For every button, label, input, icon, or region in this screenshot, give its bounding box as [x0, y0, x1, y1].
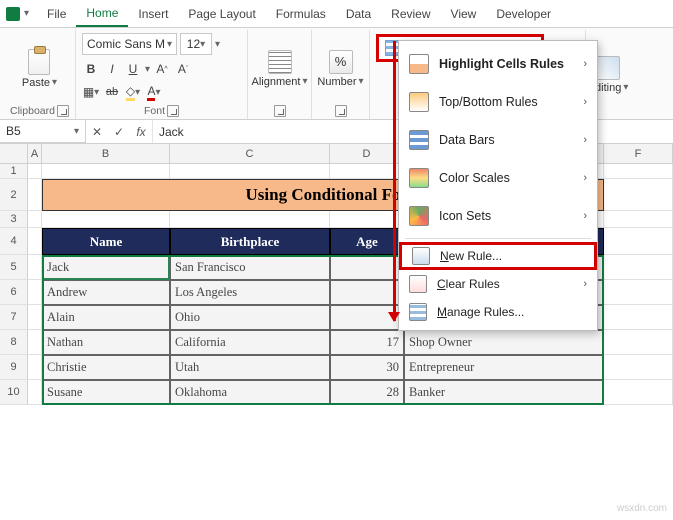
- icon-sets-icon: [409, 206, 429, 226]
- row-header-5[interactable]: 5: [0, 255, 28, 280]
- manage-rules-icon: [409, 303, 427, 321]
- menu-clear-rules[interactable]: Clear Rules›: [399, 270, 597, 298]
- row-header-9[interactable]: 9: [0, 355, 28, 380]
- select-all-corner[interactable]: [0, 144, 28, 163]
- menu-color-scales[interactable]: Color Scales›: [399, 159, 597, 197]
- ribbon-tabs: ▾ File Home Insert Page Layout Formulas …: [0, 0, 673, 28]
- row-header-1[interactable]: 1: [0, 164, 28, 179]
- number-button[interactable]: %Number▾: [315, 48, 365, 90]
- cell-E10[interactable]: Banker: [404, 380, 604, 405]
- row-header-3[interactable]: 3: [0, 211, 28, 228]
- confirm-entry[interactable]: ✓: [108, 125, 130, 139]
- font-size-more[interactable]: ▾: [215, 39, 220, 50]
- name-box[interactable]: B5▾: [0, 120, 86, 143]
- cell-B5[interactable]: Jack: [42, 255, 170, 280]
- tab-page-layout[interactable]: Page Layout: [178, 2, 265, 26]
- font-label: Font: [144, 105, 165, 117]
- alignment-button[interactable]: Alignment▾: [250, 48, 310, 90]
- conditional-formatting-menu: Highlight Cells Rules› Top/Bottom Rules›…: [398, 40, 598, 331]
- tab-insert[interactable]: Insert: [128, 2, 178, 26]
- tab-home[interactable]: Home: [76, 1, 128, 27]
- menu-new-rule[interactable]: New Rule...: [399, 242, 597, 270]
- menu-icon-sets[interactable]: Icon Sets›: [399, 197, 597, 235]
- header-name[interactable]: Name: [42, 228, 170, 255]
- editing-icon: [596, 56, 620, 80]
- row-header-2[interactable]: 2: [0, 179, 28, 211]
- font-color-button[interactable]: A▾: [145, 83, 163, 101]
- cell-C9[interactable]: Utah: [170, 355, 330, 380]
- cell-E9[interactable]: Entrepreneur: [404, 355, 604, 380]
- clipboard-label: Clipboard: [10, 105, 55, 117]
- cell-B10[interactable]: Susane: [42, 380, 170, 405]
- row-header-8[interactable]: 8: [0, 330, 28, 355]
- tab-file[interactable]: File: [37, 2, 76, 26]
- top-bottom-icon: [409, 92, 429, 112]
- increase-font[interactable]: A^: [153, 60, 171, 78]
- cell-C5[interactable]: San Francisco: [170, 255, 330, 280]
- color-scales-icon: [409, 168, 429, 188]
- font-name-combo[interactable]: Comic Sans M▾: [82, 33, 177, 55]
- cell-B6[interactable]: Andrew: [42, 280, 170, 305]
- strike-button[interactable]: ab: [103, 83, 121, 101]
- highlight-cells-icon: [409, 54, 429, 74]
- annotation-arrow: [393, 41, 396, 321]
- decrease-font[interactable]: Aˇ: [174, 60, 192, 78]
- cell-B8[interactable]: Nathan: [42, 330, 170, 355]
- menu-manage-rules[interactable]: Manage Rules...: [399, 298, 597, 326]
- cell-D9[interactable]: 30: [330, 355, 404, 380]
- alignment-launcher[interactable]: [274, 105, 286, 117]
- cell-C6[interactable]: Los Angeles: [170, 280, 330, 305]
- tab-data[interactable]: Data: [336, 2, 381, 26]
- col-header-F[interactable]: F: [604, 144, 673, 163]
- tab-developer[interactable]: Developer: [486, 2, 561, 26]
- col-header-B[interactable]: B: [42, 144, 170, 163]
- font-launcher[interactable]: [167, 105, 179, 117]
- number-launcher[interactable]: [335, 105, 347, 117]
- new-rule-icon: [412, 247, 430, 265]
- cell-E8[interactable]: Shop Owner: [404, 330, 604, 355]
- alignment-icon: [268, 50, 292, 74]
- row-header-4[interactable]: 4: [0, 228, 28, 255]
- tab-formulas[interactable]: Formulas: [266, 2, 336, 26]
- col-header-C[interactable]: C: [170, 144, 330, 163]
- row-header-10[interactable]: 10: [0, 380, 28, 405]
- menu-top-bottom-rules[interactable]: Top/Bottom Rules›: [399, 83, 597, 121]
- menu-data-bars[interactable]: Data Bars›: [399, 121, 597, 159]
- quick-access-dropdown[interactable]: ▾: [24, 8, 29, 19]
- cell-D8[interactable]: 17: [330, 330, 404, 355]
- border-button[interactable]: ▦▾: [82, 83, 100, 101]
- italic-button[interactable]: I: [103, 60, 121, 78]
- fill-color-button[interactable]: ◇▾: [124, 83, 142, 101]
- cell-C10[interactable]: Oklahoma: [170, 380, 330, 405]
- clear-rules-icon: [409, 275, 427, 293]
- paste-icon: [28, 49, 50, 75]
- bold-button[interactable]: B: [82, 60, 100, 78]
- menu-highlight-cells-rules[interactable]: Highlight Cells Rules›: [399, 45, 597, 83]
- cell-B9[interactable]: Christie: [42, 355, 170, 380]
- fx-button[interactable]: fx: [130, 125, 152, 139]
- underline-button[interactable]: U: [124, 60, 142, 78]
- row-header-7[interactable]: 7: [0, 305, 28, 330]
- tab-review[interactable]: Review: [381, 2, 440, 26]
- header-birthplace[interactable]: Birthplace: [170, 228, 330, 255]
- cancel-entry[interactable]: ✕: [86, 125, 108, 139]
- row-header-6[interactable]: 6: [0, 280, 28, 305]
- paste-button[interactable]: Paste ▾: [20, 47, 59, 91]
- percent-icon: %: [329, 50, 353, 74]
- cell-D10[interactable]: 28: [330, 380, 404, 405]
- font-size-combo[interactable]: 12▾: [180, 33, 212, 55]
- app-icon: [6, 7, 20, 21]
- data-bars-icon: [409, 130, 429, 150]
- col-header-A[interactable]: A: [28, 144, 42, 163]
- watermark: wsxdn.com: [617, 503, 667, 514]
- clipboard-launcher[interactable]: [57, 105, 69, 117]
- cell-C7[interactable]: Ohio: [170, 305, 330, 330]
- tab-view[interactable]: View: [441, 2, 487, 26]
- cell-C8[interactable]: California: [170, 330, 330, 355]
- cell-B7[interactable]: Alain: [42, 305, 170, 330]
